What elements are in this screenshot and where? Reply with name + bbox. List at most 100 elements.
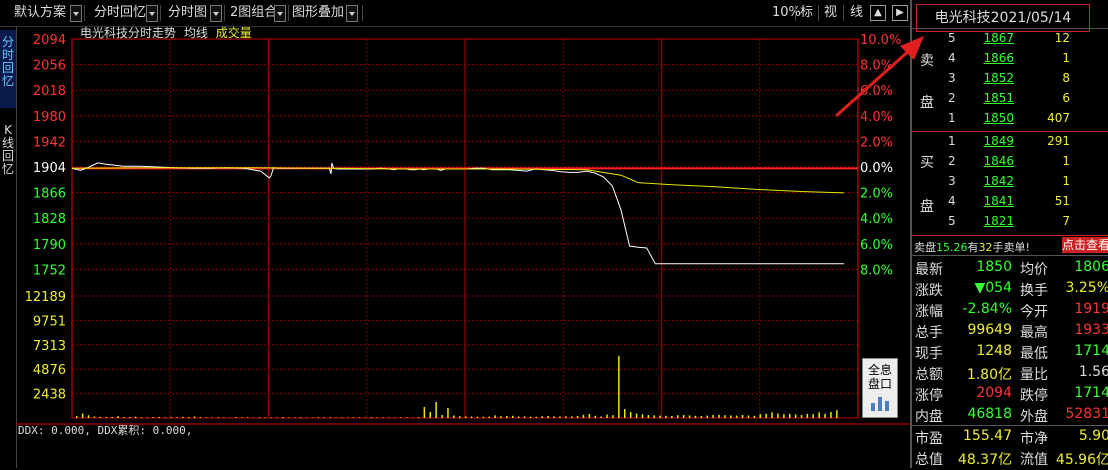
bar-chart-icon — [870, 397, 890, 411]
chevron-down-icon[interactable] — [70, 5, 82, 22]
volume-bar — [223, 417, 225, 418]
volume-bar — [411, 417, 414, 418]
scheme-menu[interactable]: 默认方案 — [14, 3, 66, 23]
stat-label: 流值 — [1020, 452, 1048, 468]
volume-bar — [830, 412, 832, 418]
chevron-down-icon[interactable] — [274, 5, 286, 22]
stat-label: 今开 — [1020, 304, 1048, 320]
volume-bar — [765, 413, 767, 418]
buy-order-row[interactable]: 4 1841 51 — [912, 194, 1108, 215]
full-orderbook-button[interactable]: 全息 盘口 — [862, 358, 898, 418]
left-tab-strip: 分时回忆 K线回忆 — [0, 26, 17, 468]
stat-value: 1248 — [976, 343, 1012, 359]
volume-bar — [629, 412, 632, 418]
volume-bar — [635, 413, 638, 418]
volume-bar — [352, 417, 355, 418]
volume-bar — [176, 417, 178, 418]
price-tick-label: 1828 — [33, 212, 66, 227]
order-volume: 12 — [1054, 31, 1070, 45]
chevron-down-icon[interactable] — [146, 5, 158, 22]
buy-order-row[interactable]: 2 1846 1 — [912, 154, 1108, 175]
stat-label: 市盈 — [915, 431, 943, 447]
stat-label: 现手 — [915, 346, 943, 362]
tab-kline-recall[interactable]: K线回忆 — [0, 118, 16, 196]
price-line — [71, 162, 844, 265]
order-price: 1841 — [983, 194, 1014, 208]
view-button[interactable]: 视 — [824, 3, 837, 23]
order-volume: 51 — [1054, 194, 1070, 208]
tab-intraday-recall[interactable]: 分时回忆 — [0, 30, 16, 108]
buy-order-row[interactable]: 3 1842 1 — [912, 174, 1108, 195]
separator — [160, 5, 161, 21]
divider — [912, 235, 1108, 236]
volume-bar — [129, 417, 131, 418]
stat-row: 涨停 2094 跌停 1714 — [912, 385, 1108, 406]
volume-bar — [600, 416, 602, 418]
volume-bar — [423, 407, 426, 418]
volume-bar — [170, 417, 172, 418]
separator — [818, 5, 819, 21]
volume-bar — [665, 415, 667, 418]
ticker-text: 卖盘15.26有32手卖单! — [914, 239, 1030, 255]
volume-bar — [836, 410, 838, 418]
ticker-value-2: 32 — [978, 241, 993, 254]
level-number: 3 — [948, 71, 956, 85]
volume-bar — [653, 415, 655, 418]
sell-order-row[interactable]: 1 1850 407 — [912, 111, 1108, 132]
intraday-chart[interactable]: 电光科技分时走势 均线 成交量 2094 10.0% 2056 8.0% 2018 6.0… — [16, 26, 910, 468]
stat-label: 最高 — [1020, 325, 1048, 341]
order-price: 1867 — [983, 31, 1014, 45]
collapse-icon[interactable]: ▲ — [870, 5, 886, 21]
stat-label: 外盘 — [1020, 409, 1048, 425]
volume-bar — [93, 416, 96, 418]
buy-order-row[interactable]: 1 1849 291 — [912, 134, 1108, 155]
volume-bar — [824, 413, 826, 418]
ticker-suffix: 手卖单! — [992, 241, 1030, 254]
expand-panel-icon[interactable]: ▶ — [892, 5, 908, 21]
click-view-button[interactable]: 点击查看 — [1062, 237, 1108, 253]
volume-bar — [818, 412, 820, 418]
stat-value: 99649 — [967, 322, 1012, 338]
stat-value: 52831 — [1065, 406, 1108, 422]
chevron-down-icon[interactable] — [210, 5, 222, 22]
stat-label: 换手 — [1020, 283, 1048, 299]
price-tick-label: 1942 — [33, 135, 66, 150]
volume-bar — [288, 417, 290, 418]
overlay-menu[interactable]: 图形叠加 — [292, 3, 344, 23]
line-button[interactable]: 线 — [850, 3, 863, 23]
volume-bar — [783, 414, 785, 418]
sell-order-row[interactable]: 4 1866 1 — [912, 51, 1108, 72]
intraday-recall-menu[interactable]: 分时回忆 — [94, 3, 146, 23]
stat-row: 总值 48.37亿 流值 45.96亿 — [912, 449, 1108, 470]
level-number: 4 — [948, 194, 956, 208]
volume-bar — [459, 416, 461, 418]
divider — [912, 28, 1108, 29]
volume-bar — [588, 414, 591, 418]
volume-bar — [553, 416, 555, 418]
sell-order-row[interactable]: 3 1852 8 — [912, 71, 1108, 92]
buy-order-row[interactable]: 5 1821 7 — [912, 214, 1108, 235]
volume-bar — [488, 416, 490, 418]
chevron-down-icon[interactable] — [346, 5, 358, 22]
sell-order-row[interactable]: 2 1851 6 — [912, 91, 1108, 112]
volume-bar — [217, 417, 219, 418]
order-price: 1846 — [983, 154, 1014, 168]
scale-10pct-button[interactable]: 10% — [772, 3, 801, 23]
volume-tick-label: 9751 — [33, 314, 66, 329]
intraday-chart-menu[interactable]: 分时图 — [168, 3, 207, 23]
volume-bar — [812, 414, 814, 418]
tab-intraday-recall-label: 分时回忆 — [2, 35, 15, 88]
sell-order-row[interactable]: 5 1867 12 — [912, 31, 1108, 52]
two-chart-combo-menu[interactable]: 2图组合 — [230, 3, 277, 23]
stat-value: 1806 — [1074, 259, 1108, 275]
order-volume: 6 — [1062, 91, 1070, 105]
volume-bar — [376, 417, 378, 418]
volume-bar — [429, 412, 431, 418]
stat-label: 跌停 — [1020, 388, 1048, 404]
stat-value: 1919 — [1074, 301, 1108, 317]
volume-bar — [229, 417, 231, 418]
volume-bar — [134, 416, 137, 418]
volume-bar — [123, 417, 125, 418]
mark-button[interactable]: 标 — [800, 3, 813, 23]
volume-bar — [476, 416, 479, 418]
